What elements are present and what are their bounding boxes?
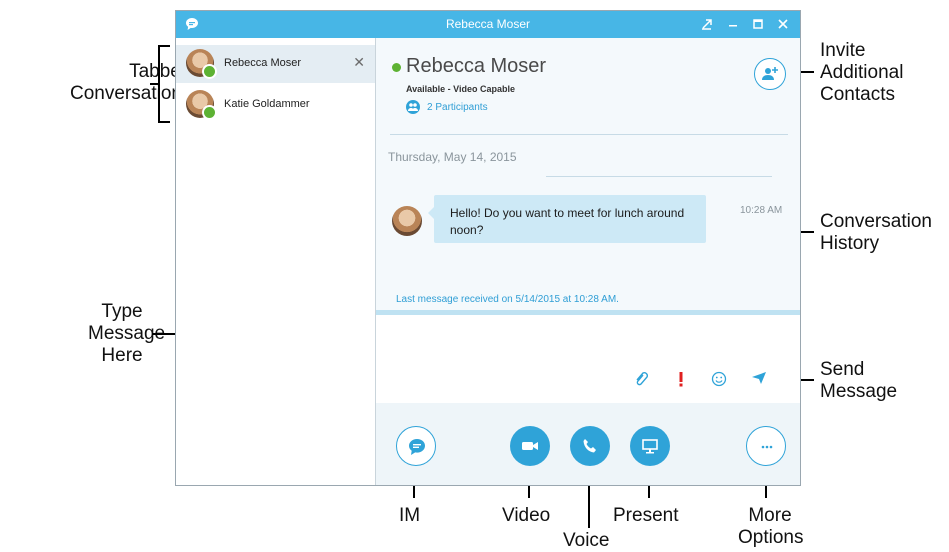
last-message-status: Last message received on 5/14/2015 at 10…: [396, 294, 619, 305]
date-separator: Thursday, May 14, 2015: [388, 150, 517, 164]
annotation-line: Type: [101, 301, 143, 322]
add-person-icon: [762, 67, 778, 80]
conversation-history: Rebecca Moser Available - Video Capable …: [376, 38, 800, 338]
contact-name: Rebecca Moser: [406, 55, 547, 77]
message-avatar: [392, 206, 422, 236]
annotation-line: Send: [820, 359, 865, 380]
phone-icon: [583, 439, 596, 453]
im-button[interactable]: [396, 426, 436, 466]
avatar: [186, 90, 217, 120]
message-bubble: Hello! Do you want to meet for lunch aro…: [428, 195, 706, 243]
annotation-line: Additional: [820, 62, 904, 83]
tabs-bracket-pointer: [150, 83, 158, 85]
tabs-bracket-vertical: [158, 45, 160, 123]
exclamation-icon[interactable]: [672, 371, 690, 389]
send-arrow-icon[interactable]: [750, 371, 768, 389]
annotation-line: Invite: [820, 40, 866, 61]
presence-available-icon: [392, 63, 401, 72]
annotation-voice: Voice: [563, 530, 610, 551]
participants-icon: [406, 100, 420, 114]
tabs-bracket-bottom: [158, 121, 170, 123]
present-button[interactable]: [630, 426, 670, 466]
message-timestamp: 10:28 AM: [740, 205, 783, 216]
tab-name: Rebecca Moser: [224, 57, 302, 69]
close-tab-icon[interactable]: ✕: [353, 54, 365, 71]
participants-link[interactable]: 2 Participants: [427, 102, 488, 113]
annotation-invite-contacts: Invite Additional Contacts: [820, 40, 903, 106]
title-bar[interactable]: Rebecca Moser: [176, 11, 800, 38]
maximize-icon[interactable]: [747, 14, 769, 34]
annotation-present: Present: [613, 505, 679, 526]
avatar: [186, 49, 217, 79]
annotation-line: Message: [88, 323, 166, 344]
minimize-icon[interactable]: [722, 14, 744, 34]
annotation-line: Message: [820, 381, 898, 402]
conversation-tabs: Rebecca Moser ✕ Katie Goldammer: [176, 38, 376, 485]
tab-rebecca-moser[interactable]: Rebecca Moser ✕: [176, 45, 375, 83]
annotation-line: Contacts: [820, 84, 895, 105]
annotation-tabbed-conversations: Tabbed Conversations: [70, 61, 191, 105]
tabs-bracket-top: [158, 45, 170, 47]
annotation-line: Options: [738, 527, 804, 548]
monitor-icon: [642, 439, 658, 454]
annotation-line: History: [820, 233, 880, 254]
annotation-im: IM: [399, 505, 421, 526]
smiley-icon[interactable]: [710, 371, 728, 389]
annotation-line: Conversation: [820, 211, 932, 232]
tab-name: Katie Goldammer: [224, 98, 310, 110]
video-camera-icon: [522, 442, 538, 450]
annotation-type-message: Type Message Here: [88, 301, 166, 367]
invite-contacts-button[interactable]: [754, 58, 786, 90]
chat-bubble-icon: [409, 439, 425, 455]
tab-katie-goldammer[interactable]: Katie Goldammer: [176, 86, 375, 124]
annotation-line: Tabbed: [129, 61, 192, 82]
annotation-send-message: Send Message: [820, 359, 897, 403]
annotation-more-options: More Options: [738, 505, 804, 549]
conversation-window: Rebecca Moser Rebecca Moser ✕ Katie Gold…: [175, 10, 801, 486]
more-options-button[interactable]: [746, 426, 786, 466]
contact-status: Available - Video Capable: [406, 84, 516, 94]
close-icon[interactable]: [772, 14, 794, 34]
voice-button[interactable]: [570, 426, 610, 466]
message-input[interactable]: [376, 315, 800, 403]
paperclip-icon[interactable]: [632, 371, 650, 389]
bottom-action-bar: [376, 403, 800, 485]
presence-available-icon: [202, 105, 217, 120]
video-button[interactable]: [510, 426, 550, 466]
presence-available-icon: [202, 64, 217, 79]
annotation-line: Here: [101, 345, 143, 366]
annotation-video: Video: [502, 505, 551, 526]
pop-out-icon[interactable]: [696, 14, 718, 34]
annotation-line: Conversations: [70, 83, 192, 104]
conversation-pane: Rebecca Moser Available - Video Capable …: [376, 38, 800, 485]
annotation-line: More: [748, 505, 792, 526]
header-divider: [390, 134, 788, 135]
annotation-conversation-history: Conversation History: [820, 211, 932, 255]
date-divider: [546, 176, 772, 177]
ellipsis-icon: [761, 445, 773, 449]
